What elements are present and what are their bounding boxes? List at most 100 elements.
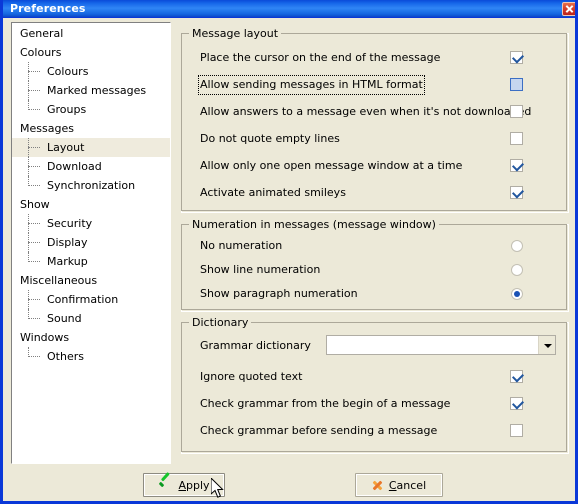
option-label[interactable]: Check grammar from the begin of a messag… [200, 395, 450, 413]
check-icon [511, 186, 525, 199]
apply-button-label: Apply [178, 479, 209, 492]
sidebar-item-display[interactable]: Display [12, 233, 170, 252]
radio-button[interactable] [511, 264, 523, 276]
sidebar-item-colours[interactable]: Colours [12, 43, 170, 62]
option-row: No numeration [182, 237, 568, 255]
sidebar-item-label: Synchronization [47, 179, 136, 192]
sidebar-item-label: Markup [47, 255, 88, 268]
checkbox[interactable] [510, 51, 525, 64]
group-dictionary: Dictionary Grammar dictionary Ignore quo… [181, 316, 569, 454]
sidebar-item-groups[interactable]: Groups [12, 100, 170, 119]
sidebar-item-messages[interactable]: Messages [12, 119, 170, 138]
sidebar-item-label: General [20, 27, 64, 40]
sidebar-item-general[interactable]: General [12, 24, 170, 43]
option-label[interactable]: Allow sending messages in HTML format [198, 75, 425, 95]
option-row: Ignore quoted text [182, 368, 568, 386]
apply-button-rest: pply [186, 478, 210, 492]
radio-label[interactable]: Show paragraph numeration [200, 285, 358, 303]
group-numeration-title: Numeration in messages (message window) [189, 218, 439, 231]
sidebar-item-markup[interactable]: Markup [12, 252, 170, 271]
sidebar-item-show[interactable]: Show [12, 195, 170, 214]
check-icon [511, 51, 525, 64]
check-icon [511, 159, 525, 172]
option-label[interactable]: Allow answers to a message even when it'… [200, 103, 531, 121]
apply-button-content: Apply [144, 472, 224, 496]
tree-guide-stub [28, 242, 40, 243]
checkbox[interactable] [510, 186, 525, 199]
check-icon [511, 370, 525, 383]
sidebar-item-colours[interactable]: Colours [12, 62, 170, 81]
sidebar-item-confirmation[interactable]: Confirmation [12, 290, 170, 309]
tree-guide-stub [28, 261, 40, 262]
sidebar-item-label: Show [20, 198, 50, 211]
option-row: Show paragraph numeration [182, 285, 568, 303]
tree-guide-stub [28, 90, 40, 91]
option-label[interactable]: Activate animated smileys [200, 184, 346, 202]
checkbox[interactable] [510, 132, 523, 145]
sidebar-item-miscellaneous[interactable]: Miscellaneous [12, 271, 170, 290]
tree-guide-stub [28, 109, 40, 110]
chevron-down-icon[interactable] [538, 336, 555, 354]
tree-guide-stub [28, 71, 40, 72]
group-dictionary-title: Dictionary [189, 316, 252, 329]
radio-button[interactable] [511, 240, 523, 252]
option-row: Check grammar from the begin of a messag… [182, 395, 568, 413]
tree-guide-stub [28, 318, 40, 319]
sidebar-item-synchronization[interactable]: Synchronization [12, 176, 170, 195]
sidebar-item-label: Windows [20, 331, 70, 344]
checkbox[interactable] [510, 159, 525, 172]
option-label[interactable]: Check grammar before sending a message [200, 422, 437, 440]
preferences-dialog: Preferences General Colours Colours Marked … [0, 0, 578, 504]
option-label[interactable]: Place the cursor on the end of the messa… [200, 49, 440, 67]
radio-button[interactable] [511, 288, 523, 300]
close-icon[interactable] [562, 2, 575, 16]
radio-dot [514, 291, 520, 297]
sidebar-item-label: Confirmation [47, 293, 119, 306]
group-numeration: Numeration in messages (message window) … [181, 218, 569, 312]
sidebar-item-security[interactable]: Security [12, 214, 170, 233]
tree-guide-stub [28, 299, 40, 300]
sidebar-item-label: Download [47, 160, 102, 173]
option-label[interactable]: Allow only one open message window at a … [200, 157, 462, 175]
radio-label[interactable]: No numeration [200, 237, 282, 255]
sidebar-item-label: Sound [47, 312, 82, 325]
checkbox[interactable] [510, 78, 523, 91]
radio-label[interactable]: Show line numeration [200, 261, 320, 279]
option-row: Allow answers to a message even when it'… [182, 103, 568, 121]
cancel-button[interactable]: Cancel [355, 473, 443, 497]
checkbox[interactable] [510, 397, 525, 410]
cancel-button-rest: ancel [396, 478, 427, 492]
cancel-button-label: Cancel [389, 479, 426, 492]
sidebar-item-download[interactable]: Download [12, 157, 170, 176]
settings-tree-list: General Colours Colours Marked messages Grou… [12, 23, 170, 366]
sidebar-item-label: Miscellaneous [20, 274, 98, 287]
sidebar-item-marked-messages[interactable]: Marked messages [12, 81, 170, 100]
sidebar-item-windows[interactable]: Windows [12, 328, 170, 347]
sidebar-item-layout[interactable]: Layout [12, 138, 170, 157]
grammar-dictionary-label: Grammar dictionary [200, 339, 311, 352]
option-label[interactable]: Do not quote empty lines [200, 130, 340, 148]
option-row: Check grammar before sending a message [182, 422, 568, 440]
settings-tree[interactable]: General Colours Colours Marked messages Grou… [11, 22, 171, 464]
checkbox[interactable] [510, 424, 523, 437]
group-message-layout: Message layout Place the cursor on the e… [181, 27, 569, 213]
sidebar-item-label: Security [47, 217, 93, 230]
option-row: Activate animated smileys [182, 184, 568, 202]
grammar-dictionary-select[interactable] [326, 335, 556, 355]
sidebar-item-others[interactable]: Others [12, 347, 170, 366]
sidebar-item-label: Groups [47, 103, 87, 116]
option-label[interactable]: Ignore quoted text [200, 368, 302, 386]
sidebar-item-label: Colours [20, 46, 62, 59]
checkbox[interactable] [510, 370, 525, 383]
apply-button[interactable]: Apply [143, 472, 225, 497]
window-title: Preferences [10, 2, 86, 15]
sidebar-item-label: Layout [47, 141, 85, 154]
orange-x-icon [372, 480, 383, 491]
option-row: Show line numeration [182, 261, 568, 279]
title-bar: Preferences [3, 0, 575, 18]
checkbox[interactable] [510, 105, 523, 118]
tree-guide-stub [28, 356, 40, 357]
sidebar-item-label: Colours [47, 65, 89, 78]
sidebar-item-sound[interactable]: Sound [12, 309, 170, 328]
tree-guide-stub [28, 223, 40, 224]
